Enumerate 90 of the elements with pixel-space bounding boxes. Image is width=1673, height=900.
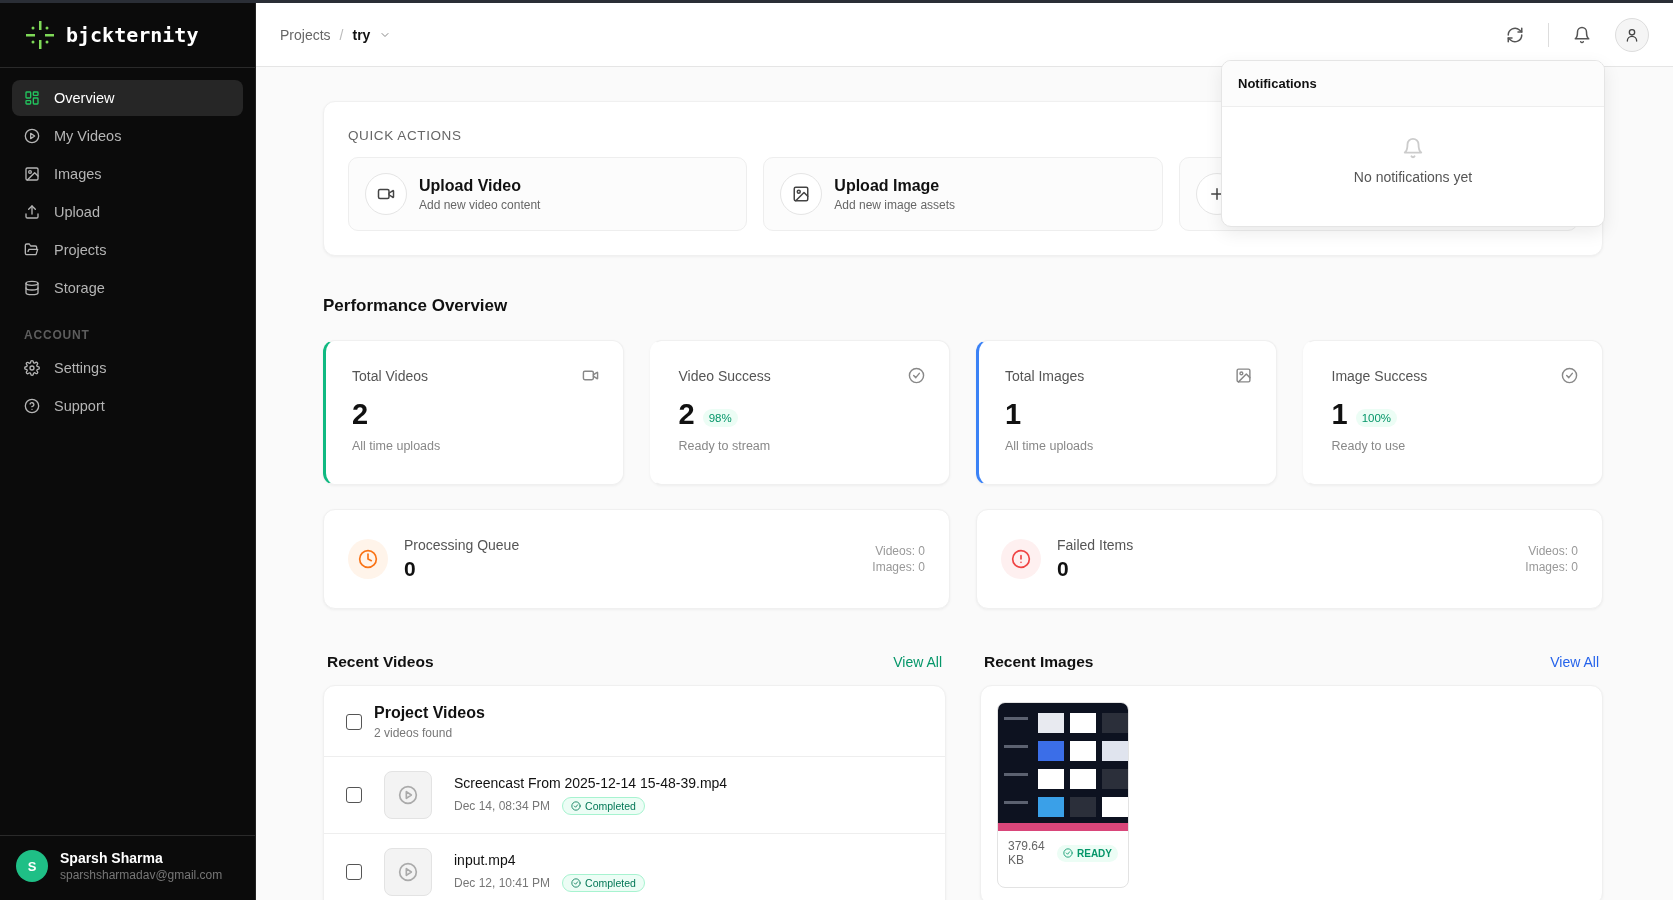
play-icon (24, 128, 40, 144)
percent-badge: 98% (702, 408, 738, 427)
section-heading: Recent Videos (327, 653, 434, 671)
queue-count: 0 (1057, 557, 1070, 581)
action-title: Upload Video (419, 176, 522, 195)
section-label: ACCOUNT (23, 327, 91, 344)
profile-button[interactable] (1615, 17, 1649, 52)
check-circle-icon (571, 878, 582, 888)
check-circle-icon (1561, 367, 1578, 384)
logo-icon (24, 19, 56, 51)
section-title: QUICK ACTIONS (348, 128, 463, 143)
upload-icon (24, 204, 40, 220)
list-title: Project Videos (374, 704, 485, 722)
stat-value: 1 (1005, 398, 1022, 431)
view-all-link[interactable]: View All (1550, 654, 1599, 670)
stat-label: Image Success (1331, 367, 1428, 384)
alert-icon (1011, 549, 1031, 569)
check-circle-icon (571, 801, 582, 811)
stat-label: Video Success (678, 367, 771, 384)
section-heading: Recent Images (984, 653, 1094, 671)
help-icon (24, 398, 40, 414)
stat-caption: All time uploads (1005, 439, 1095, 453)
sidebar-item[interactable]: Storage (12, 270, 243, 306)
empty-message: No notifications yet (1353, 169, 1473, 185)
status-badge: READY (1057, 844, 1118, 862)
stat-value: 1 (1331, 398, 1348, 431)
image-icon (1234, 367, 1252, 384)
stat-caption: Ready to stream (678, 439, 772, 453)
sidebar-item[interactable]: My Videos (12, 118, 243, 154)
check-circle-icon (1063, 848, 1073, 858)
stat-label: Total Videos (352, 367, 428, 384)
bell-icon (1402, 137, 1424, 159)
queue-breakdown: Images: 0 (872, 560, 925, 574)
action-subtitle: Add new video content (419, 197, 541, 212)
stat-caption: Ready to use (1331, 439, 1407, 453)
database-icon (24, 280, 40, 296)
folder-icon (24, 242, 40, 258)
grid-icon (24, 90, 40, 106)
queue-breakdown: Videos: 0 (874, 544, 925, 558)
queue-title: Processing Queue (404, 537, 521, 553)
list-subtitle: 2 videos found (374, 726, 454, 740)
quick-action-card[interactable]: Upload Image Add new image assets (763, 157, 1163, 231)
status-badge: Completed (562, 797, 645, 815)
checkbox[interactable] (346, 864, 362, 880)
view-all-link[interactable]: View All (893, 654, 942, 670)
user-name: Sparsh Sharma (60, 850, 164, 866)
video-date: Dec 14, 08:34 PM (454, 799, 551, 813)
sidebar-item[interactable]: Support (12, 388, 243, 424)
queue-count: 0 (404, 557, 417, 581)
queue-title: Failed Items (1057, 537, 1135, 553)
queue-breakdown: Images: 0 (1525, 560, 1578, 574)
stat-value: 2 (678, 398, 695, 431)
video-name: Screencast From 2025-12-14 15-48-39.mp4 (454, 775, 728, 791)
clock-icon (358, 549, 378, 569)
user-email: sparshsharmadav@gmail.com (60, 868, 223, 882)
checkbox[interactable] (346, 787, 362, 803)
queue-breakdown: Videos: 0 (1527, 544, 1578, 558)
stat-label: Total Images (1005, 367, 1085, 384)
status-badge: Completed (562, 874, 645, 892)
bell-icon (1573, 25, 1591, 44)
sidebar-item[interactable]: Projects (12, 232, 243, 268)
stat-value: 2 (352, 398, 369, 431)
play-icon (398, 862, 418, 882)
image-icon (792, 185, 811, 203)
stat-caption: All time uploads (352, 439, 442, 453)
video-date: Dec 12, 10:41 PM (454, 876, 551, 890)
file-size: 379.64 KB (1008, 839, 1046, 867)
user-icon (1624, 26, 1640, 43)
refresh-icon (1506, 25, 1524, 44)
checkbox[interactable] (346, 714, 362, 730)
logo-text: bjckternity (66, 23, 199, 47)
check-circle-icon (908, 367, 925, 384)
sidebar-item[interactable]: Settings (12, 350, 243, 386)
video-name: input.mp4 (454, 852, 517, 868)
settings-icon (24, 360, 40, 376)
sidebar-item[interactable]: Images (12, 156, 243, 192)
action-title: Upload Image (834, 176, 941, 195)
image-tile[interactable]: 379.64 KB READY (997, 702, 1129, 888)
breadcrumb-link[interactable]: Projects (280, 26, 331, 43)
project-selector[interactable]: try (352, 26, 371, 43)
image-icon (24, 166, 40, 182)
play-icon (398, 785, 418, 805)
section-heading: Performance Overview (323, 296, 509, 316)
sidebar-item[interactable]: Upload (12, 194, 243, 230)
quick-action-card[interactable]: Upload Video Add new video content (348, 157, 748, 231)
panel-title: Notifications (1222, 61, 1604, 107)
sidebar-item[interactable]: Overview (12, 80, 243, 116)
action-subtitle: Add new image assets (834, 197, 956, 212)
percent-badge: 100% (1355, 408, 1398, 427)
breadcrumb-separator: / (339, 26, 344, 43)
